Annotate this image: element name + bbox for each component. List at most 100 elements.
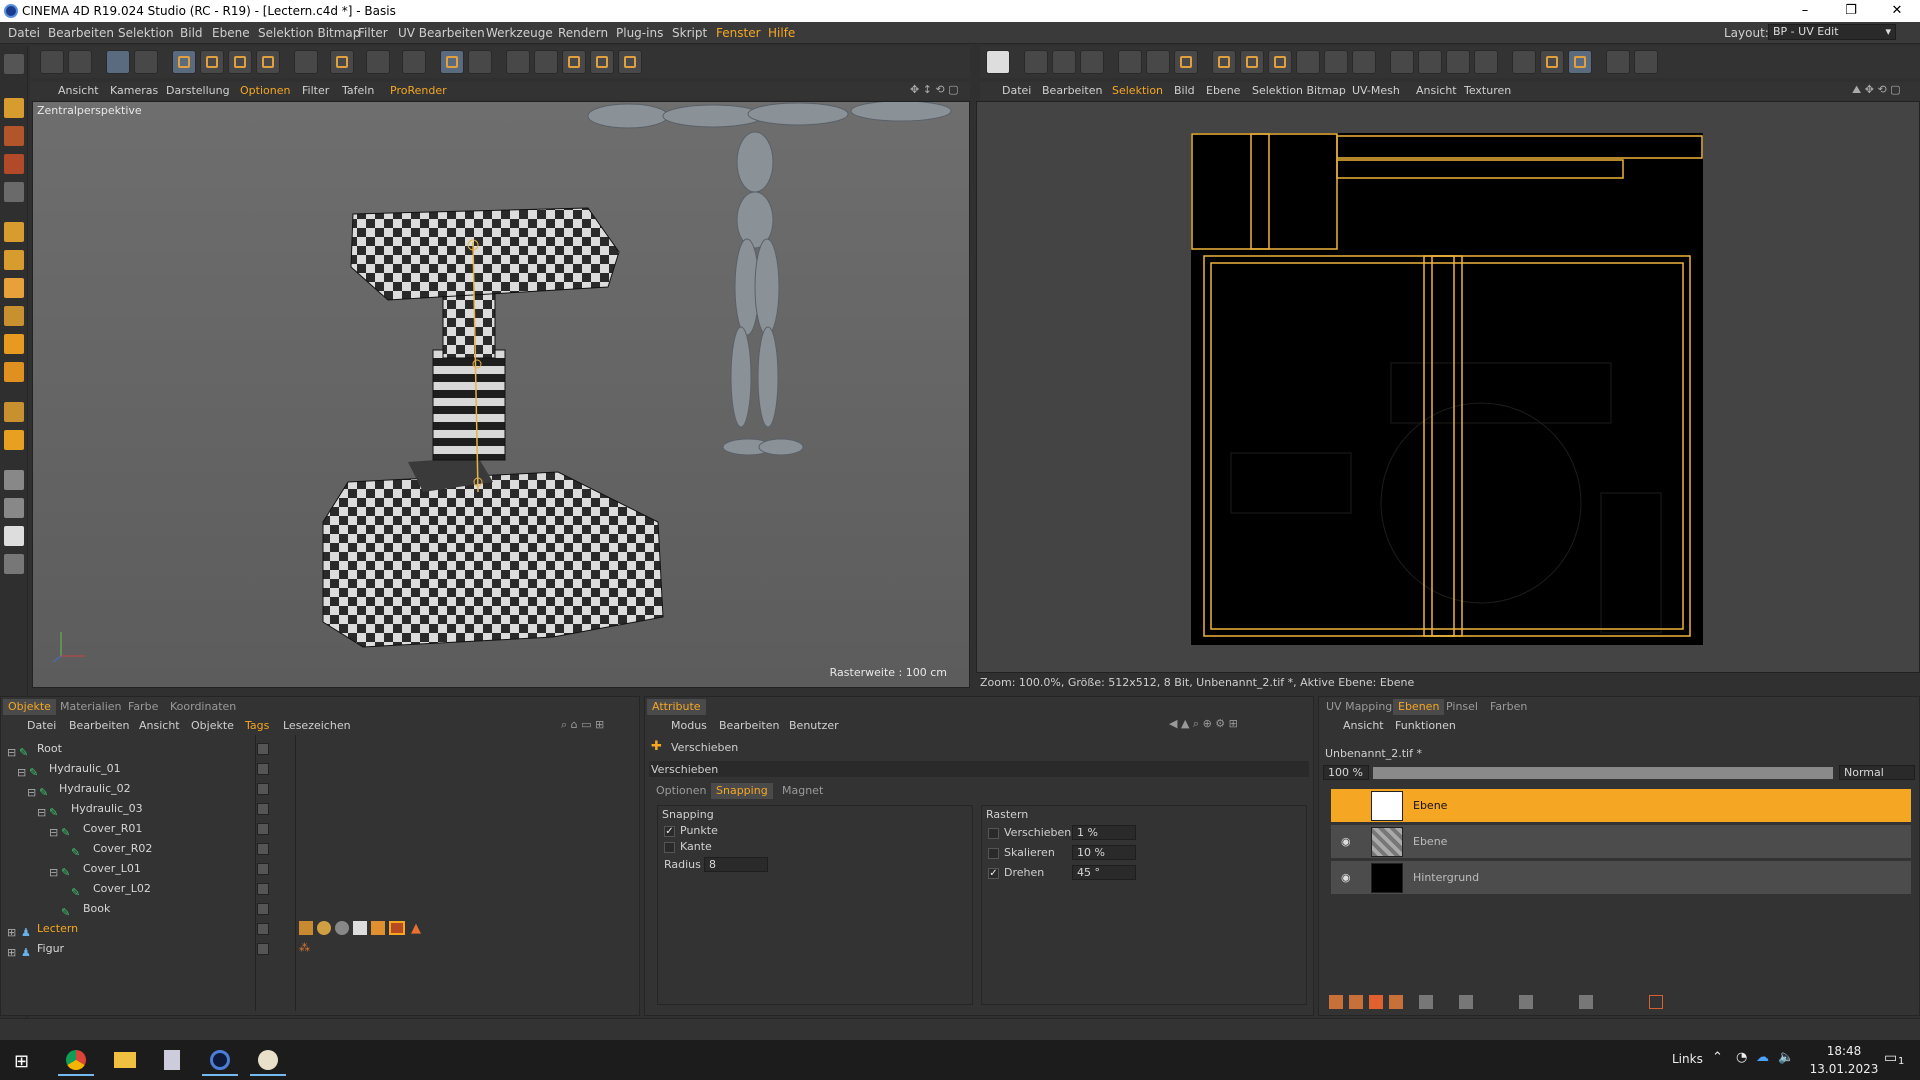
attr-menu-bearbeiten[interactable]: Bearbeiten <box>719 719 779 732</box>
uv-menu-ansicht[interactable]: Ansicht <box>1416 84 1457 97</box>
uv-menu-uv-mesh[interactable]: UV-Mesh <box>1352 84 1400 97</box>
obj-menu-bearbeiten[interactable]: Bearbeiten <box>69 719 129 732</box>
uv-tool-icon[interactable] <box>1024 50 1048 74</box>
polygons-icon[interactable] <box>562 50 586 74</box>
align-left-icon[interactable] <box>1212 50 1236 74</box>
lectern-model[interactable] <box>322 207 664 648</box>
tree-item-cover-l02[interactable]: ✎ Cover_L02 <box>5 879 255 899</box>
visibility-toggle[interactable] <box>257 763 269 775</box>
vp-menu-filter[interactable]: Filter <box>302 84 329 97</box>
vp-menu-ansicht[interactable]: Ansicht <box>58 84 99 97</box>
tree-item-lectern[interactable]: ⊞ ♟ Lectern <box>5 919 255 939</box>
uv-menu-bearbeiten[interactable]: Bearbeiten <box>1042 84 1102 97</box>
visibility-toggle[interactable] <box>257 783 269 795</box>
uv-menu-datei[interactable]: Datei <box>1002 84 1031 97</box>
tray-chevron-icon[interactable]: ⌃ <box>1712 1050 1723 1065</box>
attr-menu-modus[interactable]: Modus <box>671 719 707 732</box>
visibility-toggle[interactable] <box>257 843 269 855</box>
unwrap-icon[interactable] <box>1568 50 1592 74</box>
eraser-icon[interactable] <box>4 278 24 298</box>
tree-item-figur[interactable]: ⊞ ♟ Figur <box>5 939 255 959</box>
zoom-icon[interactable] <box>4 498 24 518</box>
drehen-field[interactable]: 45 ° <box>1072 865 1136 880</box>
verschieben-field[interactable]: 1 % <box>1072 825 1136 840</box>
layers-menu-funktionen[interactable]: Funktionen <box>1395 719 1456 732</box>
eye-icon[interactable]: ◉ <box>1341 871 1351 884</box>
uv-transform-icon[interactable] <box>1052 50 1076 74</box>
fit-canvas-icon[interactable] <box>1352 50 1376 74</box>
adjust-layer-icon[interactable] <box>1389 995 1403 1009</box>
uv-menu-ebene[interactable]: Ebene <box>1206 84 1240 97</box>
distribute-icon[interactable] <box>1390 50 1414 74</box>
menu-fenster[interactable]: Fenster <box>716 26 761 40</box>
network-icon[interactable]: ◔ <box>1736 1050 1747 1065</box>
subtab-snapping[interactable]: Snapping <box>711 783 773 799</box>
brush-icon[interactable] <box>4 222 24 242</box>
tree-item-hydraulic03[interactable]: ⊟ ✎ Hydraulic_03 <box>5 799 255 819</box>
skalieren-field[interactable]: 10 % <box>1072 845 1136 860</box>
chrome-taskbar-icon[interactable] <box>54 1044 98 1076</box>
tab-uv-mapping[interactable]: UV Mapping <box>1321 699 1397 715</box>
tab-ebenen[interactable]: Ebenen <box>1393 699 1445 715</box>
menu-selektion-bitmap[interactable]: Selektion Bitmap <box>258 26 360 40</box>
visibility-toggle[interactable] <box>257 823 269 835</box>
clock-date[interactable]: 13.01.2023 <box>1804 1062 1884 1076</box>
tree-item-root[interactable]: ⊟ ✎ Root <box>5 739 255 759</box>
notification-icon[interactable]: ▭ <box>1884 1050 1897 1066</box>
paint-3d-icon[interactable] <box>330 50 354 74</box>
uv-display-icon[interactable] <box>1634 50 1658 74</box>
cinema4d-taskbar-icon[interactable] <box>198 1044 242 1076</box>
uv-scale-icon[interactable] <box>1080 50 1104 74</box>
magnet-icon[interactable] <box>4 554 24 574</box>
move-tool-icon[interactable] <box>4 98 24 118</box>
eyedropper-icon[interactable] <box>4 470 24 490</box>
live-select-icon[interactable] <box>134 50 158 74</box>
clock-time[interactable]: 18:48 <box>1814 1044 1874 1058</box>
undo-icon[interactable] <box>40 50 64 74</box>
vp-menu-optionen[interactable]: Optionen <box>240 84 290 97</box>
windows-start-icon[interactable]: ⊞ <box>14 1051 29 1072</box>
uv-editor-canvas[interactable] <box>976 101 1920 673</box>
menu-filter[interactable]: Filter <box>358 26 388 40</box>
vp-menu-darstellung[interactable]: Darstellung <box>166 84 230 97</box>
opacity-slider[interactable] <box>1373 767 1833 779</box>
tree-item-book[interactable]: ✎ Book <box>5 899 255 919</box>
smudge-icon[interactable] <box>4 362 24 382</box>
select-arrow-icon[interactable] <box>106 50 130 74</box>
duplicate-icon[interactable] <box>1459 995 1473 1009</box>
eye-icon[interactable]: ◉ <box>1341 835 1351 848</box>
rect-select-icon[interactable] <box>4 126 24 146</box>
uv-grid-icon[interactable] <box>1118 50 1142 74</box>
align-right-icon[interactable] <box>1268 50 1292 74</box>
scale-icon[interactable] <box>200 50 224 74</box>
nav-arrows-icon[interactable]: ◀ ▲ ⌕ ⊕ ⚙ ⊞ <box>1169 717 1238 731</box>
uv-points-icon[interactable] <box>534 50 558 74</box>
checker-icon[interactable] <box>986 50 1010 74</box>
checker-tag-icon[interactable] <box>353 921 367 935</box>
tree-item-cover-r02[interactable]: ✎ Cover_R02 <box>5 839 255 859</box>
subtab-magnet[interactable]: Magnet <box>777 783 828 799</box>
menu-hilfe[interactable]: Hilfe <box>768 26 795 40</box>
layer-row[interactable]: Ebene <box>1331 789 1911 823</box>
uv-menu-selektion[interactable]: Selektion <box>1112 84 1163 97</box>
weld-icon[interactable] <box>1512 50 1536 74</box>
grid-columns-icon[interactable] <box>1474 50 1498 74</box>
paint-mode-icon[interactable] <box>294 50 318 74</box>
tab-farbe[interactable]: Farbe <box>123 699 163 715</box>
columns-icon[interactable] <box>1446 50 1470 74</box>
viewport-nav-icons[interactable]: ✥ ↕ ⟲ ▢ <box>910 83 959 96</box>
volume-icon[interactable]: 🔈 <box>1778 1050 1794 1065</box>
uv-menu-bild[interactable]: Bild <box>1174 84 1195 97</box>
blend-mode-select[interactable]: Normal <box>1839 765 1915 780</box>
flip-h-icon[interactable] <box>1296 50 1320 74</box>
gradient-icon[interactable] <box>4 306 24 326</box>
visibility-toggle[interactable] <box>257 923 269 935</box>
move-icon[interactable] <box>172 50 196 74</box>
onedrive-icon[interactable]: ☁ <box>1756 1050 1769 1065</box>
fx-icon[interactable] <box>1519 995 1533 1009</box>
paint-wizard-icon[interactable] <box>468 50 492 74</box>
tree-item-hydraulic02[interactable]: ⊟ ✎ Hydraulic_02 <box>5 779 255 799</box>
selection-tag-icon[interactable] <box>371 921 385 935</box>
verschieben-checkbox[interactable] <box>988 828 999 839</box>
tree-item-hydraulic01[interactable]: ⊟ ✎ Hydraulic_01 <box>5 759 255 779</box>
